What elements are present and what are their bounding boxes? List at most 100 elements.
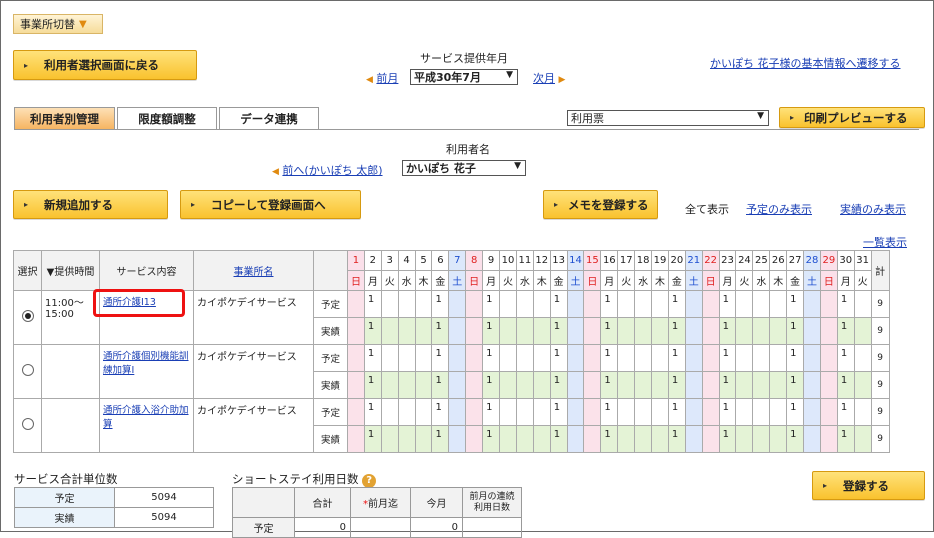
- day-cell[interactable]: [566, 317, 585, 345]
- day-cell[interactable]: [752, 398, 771, 426]
- day-cell[interactable]: [617, 290, 636, 318]
- day-cell[interactable]: 1: [482, 344, 501, 372]
- day-cell[interactable]: [819, 290, 838, 318]
- day-cell[interactable]: [414, 398, 433, 426]
- register-button[interactable]: ▸ 登録する: [812, 471, 925, 500]
- day-cell[interactable]: [803, 344, 821, 372]
- add-new-button[interactable]: ▸ 新規追加する: [13, 190, 168, 219]
- day-cell[interactable]: 1: [786, 371, 805, 399]
- day-cell[interactable]: 1: [786, 398, 805, 426]
- day-cell[interactable]: [397, 317, 416, 345]
- day-cell[interactable]: [617, 398, 636, 426]
- day-cell[interactable]: [566, 425, 585, 453]
- tab-data-link[interactable]: データ連携: [219, 107, 319, 130]
- day-cell[interactable]: [583, 371, 602, 399]
- day-cell[interactable]: 1: [431, 317, 450, 345]
- day-cell[interactable]: [769, 290, 788, 318]
- print-preview-button[interactable]: ▸ 印刷プレビューする: [779, 107, 925, 128]
- day-cell[interactable]: [448, 317, 467, 345]
- day-cell[interactable]: [752, 317, 771, 345]
- day-cell[interactable]: [515, 398, 534, 426]
- day-cell[interactable]: [769, 344, 788, 372]
- day-cell[interactable]: [532, 344, 551, 372]
- day-cell[interactable]: 1: [549, 290, 568, 318]
- day-cell[interactable]: [380, 425, 399, 453]
- day-cell[interactable]: [684, 344, 703, 372]
- day-cell[interactable]: 1: [363, 344, 382, 372]
- day-cell[interactable]: [465, 425, 484, 453]
- list-view-link[interactable]: 一覧表示: [863, 234, 907, 250]
- day-cell[interactable]: [853, 290, 872, 318]
- day-cell[interactable]: [566, 371, 585, 399]
- day-cell[interactable]: [634, 317, 653, 345]
- day-cell[interactable]: [532, 317, 551, 345]
- day-cell[interactable]: [853, 398, 872, 426]
- day-cell[interactable]: 1: [600, 290, 619, 318]
- day-cell[interactable]: [735, 317, 754, 345]
- day-cell[interactable]: [735, 398, 754, 426]
- day-cell[interactable]: 1: [667, 425, 686, 453]
- day-cell[interactable]: 1: [786, 344, 805, 372]
- day-cell[interactable]: 1: [600, 425, 619, 453]
- day-cell[interactable]: [735, 425, 754, 453]
- day-cell[interactable]: 1: [549, 317, 568, 345]
- day-cell[interactable]: [515, 317, 534, 345]
- day-cell[interactable]: 1: [482, 398, 501, 426]
- day-cell[interactable]: [853, 317, 872, 345]
- show-actual-link[interactable]: 実績のみ表示: [840, 201, 906, 217]
- day-cell[interactable]: 1: [549, 371, 568, 399]
- basic-info-link[interactable]: かいぽち 花子様の基本情報へ遷移する: [710, 55, 901, 71]
- day-cell[interactable]: [397, 398, 416, 426]
- day-cell[interactable]: [819, 317, 838, 345]
- day-cell[interactable]: 1: [667, 290, 686, 318]
- day-cell[interactable]: 1: [363, 398, 382, 426]
- day-cell[interactable]: [583, 425, 602, 453]
- day-cell[interactable]: [819, 425, 838, 453]
- day-cell[interactable]: [769, 371, 788, 399]
- day-cell[interactable]: [380, 290, 399, 318]
- day-cell[interactable]: [803, 290, 821, 318]
- day-cell[interactable]: [853, 344, 872, 372]
- day-cell[interactable]: [803, 425, 821, 453]
- day-cell[interactable]: [583, 398, 602, 426]
- day-cell[interactable]: [735, 344, 754, 372]
- day-cell[interactable]: 1: [600, 398, 619, 426]
- day-cell[interactable]: 1: [482, 371, 501, 399]
- day-cell[interactable]: [414, 344, 433, 372]
- day-cell[interactable]: 1: [836, 371, 855, 399]
- month-select[interactable]: 平成30年7月 ▼: [410, 69, 518, 85]
- day-cell[interactable]: [380, 317, 399, 345]
- day-cell[interactable]: [853, 425, 872, 453]
- help-icon[interactable]: ?: [362, 474, 377, 488]
- day-cell[interactable]: [499, 344, 517, 372]
- day-cell[interactable]: 1: [667, 344, 686, 372]
- office-switch-button[interactable]: 事業所切替 ▼: [13, 14, 103, 34]
- day-cell[interactable]: [769, 398, 788, 426]
- day-cell[interactable]: [414, 317, 433, 345]
- day-cell[interactable]: [617, 371, 636, 399]
- day-cell[interactable]: [414, 425, 433, 453]
- day-cell[interactable]: [617, 317, 636, 345]
- day-cell[interactable]: [448, 425, 467, 453]
- day-cell[interactable]: [465, 290, 484, 318]
- day-cell[interactable]: [465, 398, 484, 426]
- day-cell[interactable]: [819, 398, 838, 426]
- day-cell[interactable]: [347, 398, 365, 426]
- day-cell[interactable]: [634, 344, 653, 372]
- day-cell[interactable]: 1: [718, 398, 737, 426]
- day-cell[interactable]: [752, 290, 771, 318]
- day-cell[interactable]: [583, 290, 602, 318]
- short-stay-prev-input[interactable]: [350, 517, 411, 538]
- day-cell[interactable]: [651, 371, 669, 399]
- day-cell[interactable]: 1: [836, 290, 855, 318]
- day-cell[interactable]: 1: [363, 371, 382, 399]
- day-cell[interactable]: [769, 425, 788, 453]
- day-cell[interactable]: [752, 344, 771, 372]
- day-cell[interactable]: [347, 371, 365, 399]
- prev-month-link[interactable]: ◀ 前月: [366, 70, 398, 86]
- day-cell[interactable]: [803, 371, 821, 399]
- day-cell[interactable]: [634, 425, 653, 453]
- day-cell[interactable]: [465, 344, 484, 372]
- day-cell[interactable]: 1: [836, 344, 855, 372]
- day-cell[interactable]: [684, 371, 703, 399]
